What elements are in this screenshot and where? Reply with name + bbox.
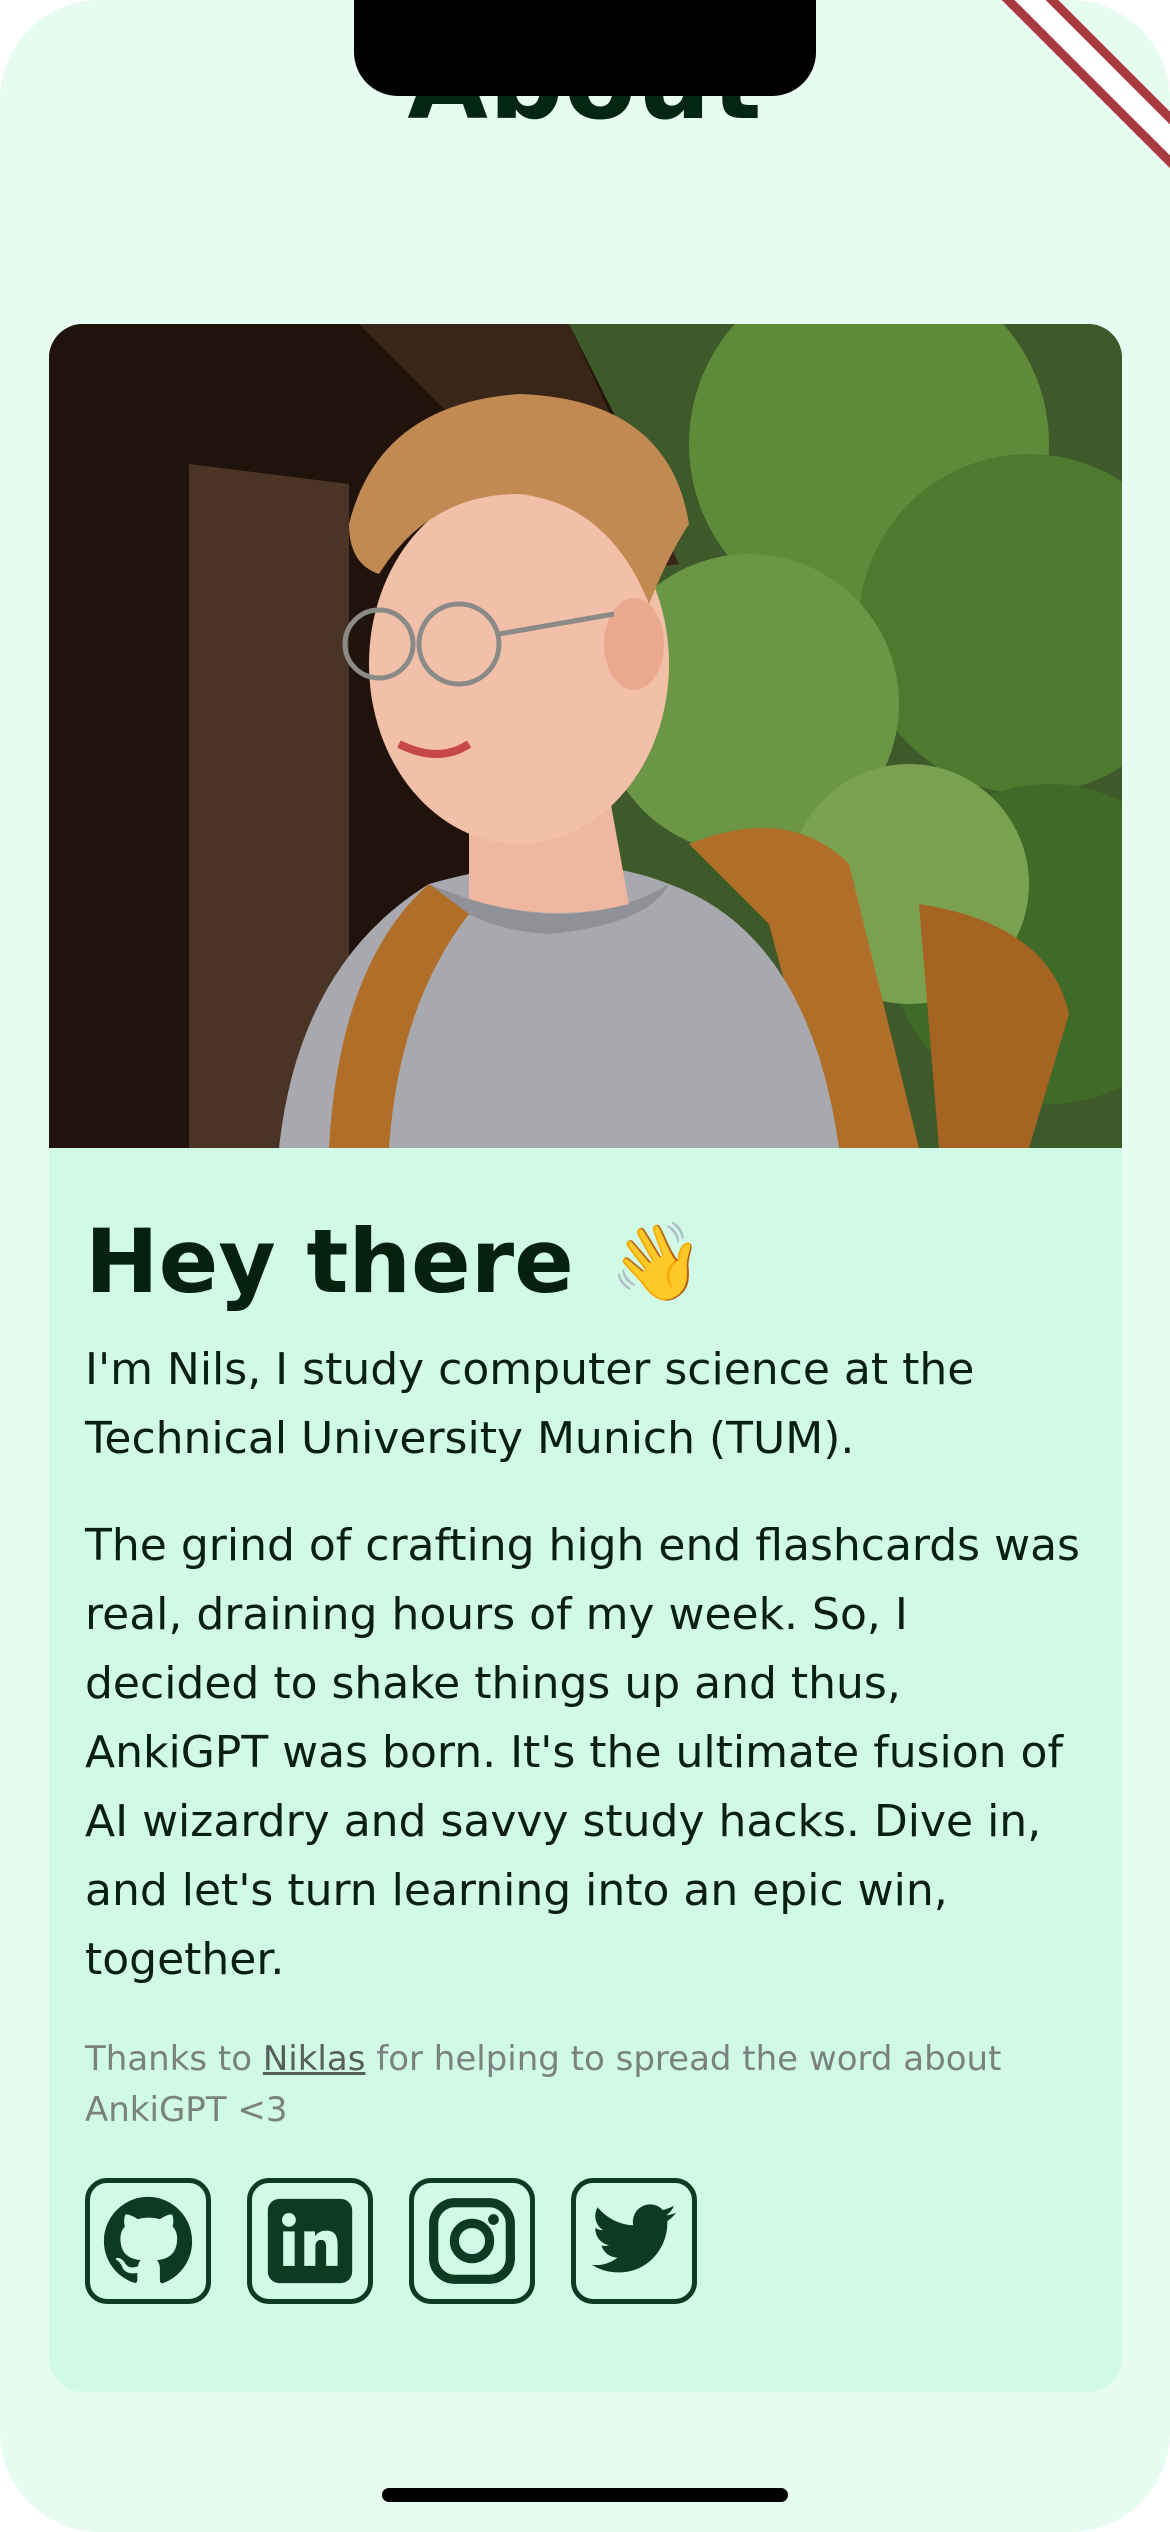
intro-paragraph: I'm Nils, I study computer science at th…: [85, 1343, 975, 1464]
thanks-note: Thanks to Niklas for helping to spread t…: [85, 2034, 1095, 2136]
story-paragraph: The grind of crafting high end flashcard…: [85, 1519, 1080, 1985]
about-content: Hey there 👋 I'm Nils, I study computer s…: [85, 1210, 1095, 2304]
linkedin-icon: [267, 2198, 353, 2283]
profile-photo: [49, 324, 1122, 1148]
twitter-icon: [591, 2204, 677, 2273]
instagram-icon: [429, 2197, 515, 2284]
home-indicator[interactable]: [382, 2488, 788, 2502]
linkedin-button[interactable]: [247, 2177, 373, 2304]
niklas-link[interactable]: Niklas: [263, 2039, 366, 2079]
social-links: [85, 2177, 1095, 2304]
device-notch: [354, 0, 816, 96]
greeting-heading: Hey there 👋: [85, 1210, 1095, 1313]
github-icon: [103, 2196, 193, 2284]
screen: About: [0, 0, 1170, 2532]
about-card: Hey there 👋 I'm Nils, I study computer s…: [49, 324, 1122, 2392]
waving-hand-icon: 👋: [609, 1217, 705, 1307]
twitter-button[interactable]: [571, 2177, 697, 2304]
thanks-prefix: Thanks to: [85, 2038, 263, 2079]
instagram-button[interactable]: [409, 2177, 535, 2304]
github-button[interactable]: [85, 2177, 211, 2304]
greeting-text: Hey there: [85, 1210, 574, 1313]
